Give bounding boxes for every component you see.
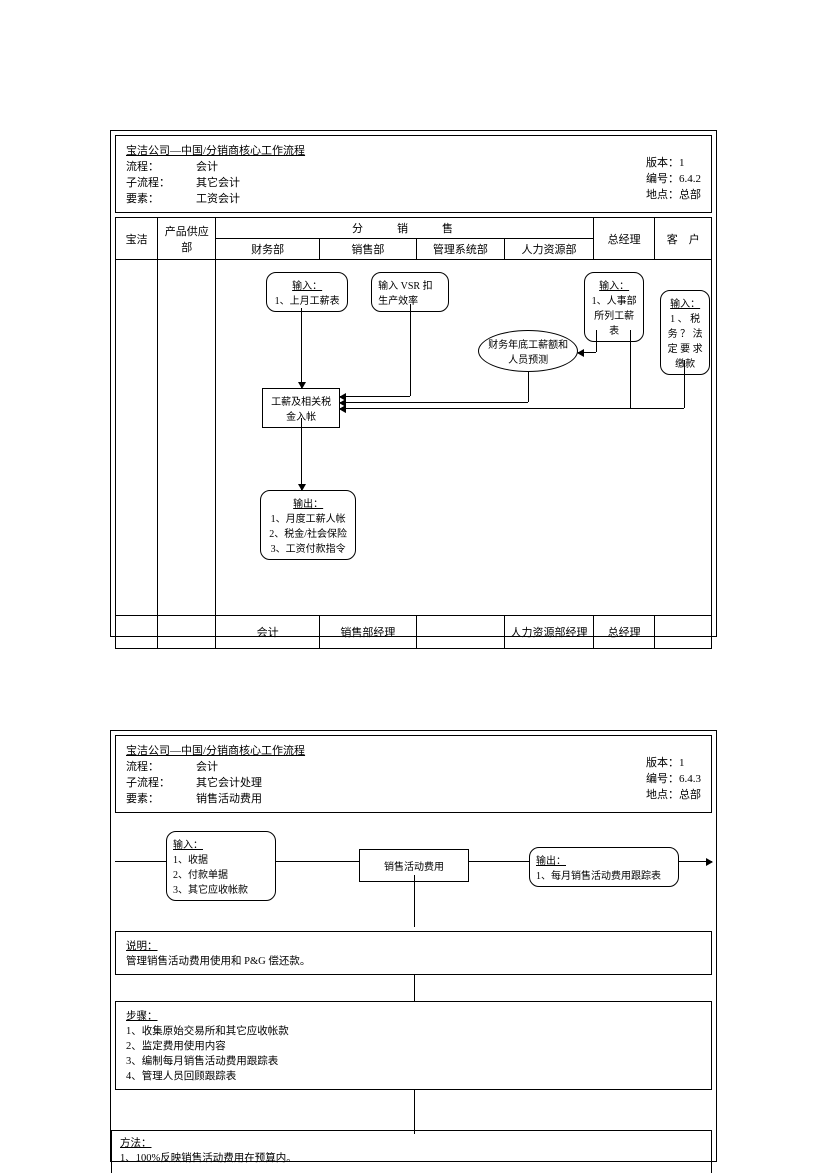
node-input-hr: 输入： 1、人事部所列工薪表 <box>584 272 644 342</box>
col-cust: 客 户 <box>655 218 712 260</box>
n-fc: 财务年底工薪额和人员预测 <box>485 336 571 366</box>
d2-in-t: 输入： <box>173 840 203 851</box>
arrow-vsr-h <box>340 396 410 397</box>
col-group: 分 销 售 <box>216 218 594 239</box>
col-hr: 人力资源部 <box>505 239 594 260</box>
d2-r2l: 子流程： <box>126 774 196 790</box>
d2-step-1: 1、收集原始交易所和其它应收帐款 <box>126 1023 701 1038</box>
n-in1-1: 1、上月工薪表 <box>275 296 340 307</box>
d1-code-l: 编号： <box>646 173 679 185</box>
arrow-vsr-v <box>410 304 411 396</box>
d2-ver-v: 1 <box>679 757 685 769</box>
d2-explain-title: 说明： <box>126 938 701 953</box>
col-sales: 销售部 <box>320 239 416 260</box>
d2-in-1: 1、收据 <box>173 855 208 866</box>
arrow-fc-h <box>340 402 528 403</box>
diagram2-header: 宝洁公司—中国/分销商核心工作流程 流程： 会计 子流程： 其它会计处理 要素：… <box>115 735 712 813</box>
d2-in-2: 2、付款单据 <box>173 870 228 881</box>
n-out-t: 输出： <box>293 499 323 510</box>
foot-gm: 总经理 <box>593 616 655 649</box>
d2-code-v: 6.4.3 <box>679 773 701 785</box>
d2-conn-2 <box>414 1090 415 1134</box>
d2-step-4: 4、管理人员回顾跟踪表 <box>126 1068 701 1083</box>
d1-loc-v: 总部 <box>679 189 701 201</box>
foot-hr: 人力资源部经理 <box>505 616 594 649</box>
d1-r2l: 子流程： <box>126 174 196 190</box>
diagram1-header: 宝洁公司—中国/分销商核心工作流程 流程： 会计 子流程： 其它会计 要素： 工… <box>115 135 712 213</box>
foot-fin: 会计 <box>216 616 320 649</box>
arrow-hr-fc-v <box>596 330 597 352</box>
col-mgmt: 管理系统部 <box>416 239 505 260</box>
d2-center-down <box>414 875 415 927</box>
d2-r3v: 销售活动费用 <box>196 790 346 806</box>
arrow-in1-proc <box>301 308 302 388</box>
arrow-cust-v <box>684 360 685 408</box>
d1-code-v: 6.4.2 <box>679 173 701 185</box>
n-out-2: 2、税金/社会保险 <box>269 529 347 540</box>
node-input-last-month: 输入： 1、上月工薪表 <box>266 272 348 312</box>
arrow-hr-proc-v <box>630 330 631 408</box>
d2-r3l: 要素： <box>126 790 196 806</box>
d2-title: 宝洁公司—中国/分销商核心工作流程 <box>126 742 701 758</box>
d2-step-2: 2、监定费用使用内容 <box>126 1038 701 1053</box>
node-forecast: 财务年底工薪额和人员预测 <box>478 330 578 372</box>
col-prod: 产品供应部 <box>158 218 216 260</box>
n-hr-t: 输入： <box>599 281 629 292</box>
d1-ver-l: 版本： <box>646 157 679 169</box>
d2-loc-v: 总部 <box>679 789 701 801</box>
d2-steps-box: 步骤： 1、收集原始交易所和其它应收帐款 2、监定费用使用内容 3、编制每月销售… <box>115 1001 712 1090</box>
node-output: 输出： 1、月度工薪人帐 2、税金/社会保险 3、工资付款指令 <box>260 490 356 560</box>
d2-output: 输出： 1、每月销售活动费用跟踪表 <box>529 847 679 887</box>
swimlane-table: 宝洁 产品供应部 分 销 售 总经理 客 户 财务部 销售部 管理系统部 人力资… <box>115 217 712 649</box>
d2-explain-body: 管理销售活动费用使用和 P&G 偿还款。 <box>126 953 701 968</box>
d1-loc-l: 地点： <box>646 189 679 201</box>
d1-r3l: 要素： <box>126 190 196 206</box>
d2-conn-1 <box>414 975 415 1001</box>
d2-steps-title: 步骤： <box>126 1008 701 1023</box>
arrow-hr-fc-h <box>578 352 596 353</box>
col-gm: 总经理 <box>593 218 655 260</box>
d2-c: 销售活动费用 <box>384 862 444 873</box>
d2-out-1: 1、每月销售活动费用跟踪表 <box>536 871 661 882</box>
swimlane-canvas: 输入： 1、上月工薪表 输入 VSR 扣生产效率 财务年底工薪额和人员预测 <box>216 260 711 615</box>
n-out-3: 3、工资付款指令 <box>271 544 346 555</box>
d1-title: 宝洁公司—中国/分销商核心工作流程 <box>126 142 701 158</box>
n-vsr: 输入 VSR 扣生产效率 <box>378 281 432 307</box>
d2-flow-canvas: 输入： 1、收据 2、付款单据 3、其它应收帐款 销售活动费用 输出： 1、每月… <box>111 817 716 927</box>
n-in1-t: 输入： <box>292 281 322 292</box>
d2-step-3: 3、编制每月销售活动费用跟踪表 <box>126 1053 701 1068</box>
d1-r1v: 会计 <box>196 158 346 174</box>
arrow-fc-v <box>528 372 529 402</box>
d2-code-l: 编号： <box>646 773 679 785</box>
d2-input: 输入： 1、收据 2、付款单据 3、其它应收帐款 <box>166 831 276 901</box>
d2-ver-l: 版本： <box>646 757 679 769</box>
d2-explain-box: 说明： 管理销售活动费用使用和 P&G 偿还款。 <box>115 931 712 975</box>
d2-out-t: 输出： <box>536 856 566 867</box>
n-c-1: 1 、 税务 ？ 法定 要 求缴款 <box>668 314 703 370</box>
d2-r1l: 流程： <box>126 758 196 774</box>
n-out-1: 1、月度工薪人帐 <box>271 514 346 525</box>
arrow-proc-out <box>301 418 302 490</box>
d1-ver-v: 1 <box>679 157 685 169</box>
d2-method-title: 方法： <box>120 1135 703 1150</box>
d2-in-3: 3、其它应收帐款 <box>173 885 248 896</box>
arrow-cust-h <box>340 408 684 409</box>
d2-loc-l: 地点： <box>646 789 679 801</box>
foot-sales: 销售部经理 <box>320 616 416 649</box>
d2-method-box: 方法： 1、100%反映销售活动费用在预算内。 <box>111 1130 712 1173</box>
col-bj: 宝洁 <box>116 218 158 260</box>
d2-r1v: 会计 <box>196 758 346 774</box>
n-c-t: 输入： <box>670 299 700 310</box>
d1-r2v: 其它会计 <box>196 174 346 190</box>
d2-r2v: 其它会计处理 <box>196 774 346 790</box>
d1-r1l: 流程： <box>126 158 196 174</box>
d1-r3v: 工资会计 <box>196 190 346 206</box>
col-fin: 财务部 <box>216 239 320 260</box>
d2-method-1: 1、100%反映销售活动费用在预算内。 <box>120 1150 703 1165</box>
node-input-cust: 输入： 1 、 税务 ？ 法定 要 求缴款 <box>660 290 710 375</box>
